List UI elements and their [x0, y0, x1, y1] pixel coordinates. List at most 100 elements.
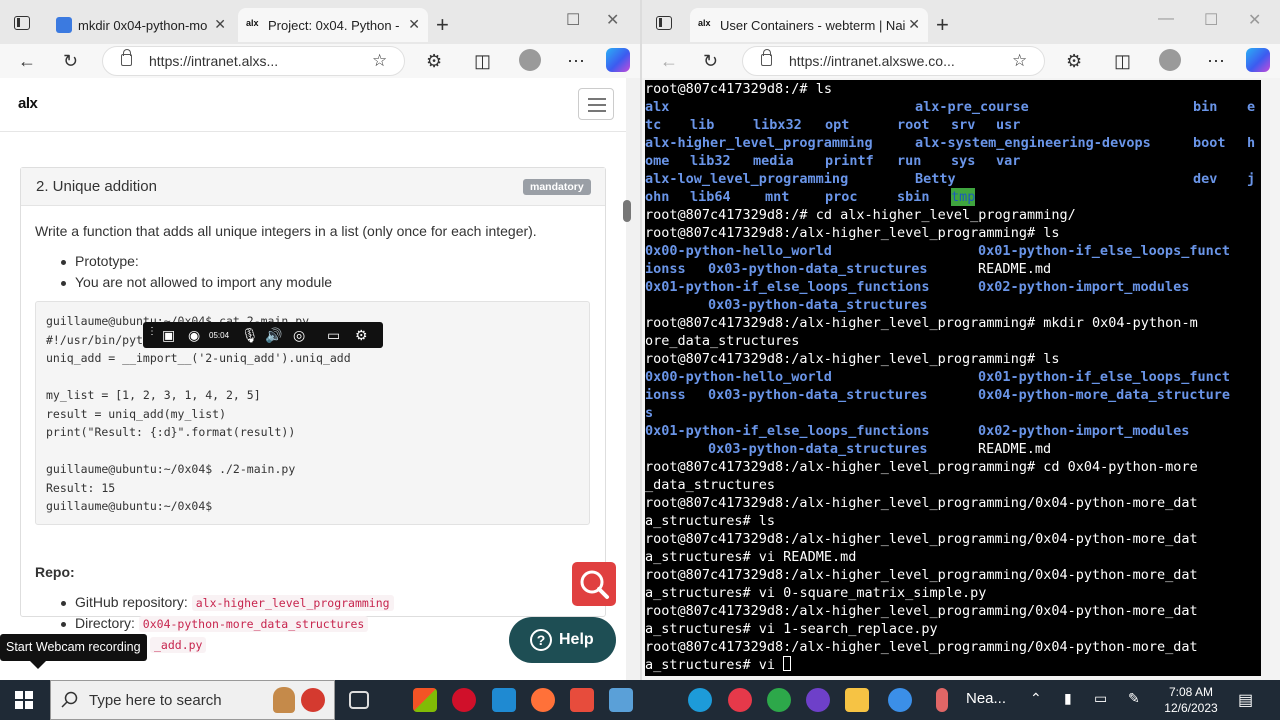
terminal-line: root@807c417329d8:/alx-higher_level_prog… [645, 603, 1198, 619]
close-icon[interactable]: ✕ [408, 16, 420, 33]
code-line: Result: 15 [46, 481, 116, 495]
tab-actions-icon[interactable] [656, 16, 672, 30]
window-icon[interactable]: ▭ [327, 326, 340, 344]
mandatory-badge: mandatory [523, 179, 591, 195]
profile-avatar[interactable] [1159, 49, 1181, 71]
alx-logo[interactable]: alx [18, 95, 38, 112]
terminal-line: root@807c417329d8:/alx-higher_level_prog… [645, 351, 1060, 367]
terminal-line: a_structures# ls [645, 513, 776, 529]
profile-avatar[interactable] [519, 49, 541, 71]
close-icon[interactable]: ✕ [214, 16, 226, 33]
grip-icon[interactable]: ⋮ [147, 323, 157, 341]
thermometer-icon[interactable] [936, 688, 948, 712]
file-explorer-icon[interactable] [845, 688, 869, 712]
firefox-icon[interactable] [531, 688, 555, 712]
copilot-icon[interactable] [606, 48, 630, 72]
repo-file-line: _add.py [135, 636, 207, 653]
terminal-line: root@807c417329d8:/alx-higher_level_prog… [645, 315, 1198, 331]
more-menu-icon[interactable]: ⋯ [567, 50, 585, 72]
favorite-star-icon[interactable]: ☆ [1012, 50, 1027, 72]
search-fab-button[interactable] [572, 562, 616, 606]
tab-actions-icon[interactable] [14, 16, 30, 30]
opera-icon[interactable] [452, 688, 476, 712]
terminal-line: _data_structures [645, 477, 776, 493]
tab-project[interactable]: alx Project: 0x04. Python - ✕ [238, 8, 428, 42]
help-button[interactable]: ? Help [509, 617, 616, 663]
new-tab-icon[interactable]: + [936, 12, 949, 38]
screen-recorder-toolbar: ⋮ ▣ ◉ 05:04 🎙 🔊 ◎ ▭ ⚙ [143, 322, 383, 348]
extensions-icon[interactable]: ⚙ [1066, 50, 1082, 72]
left-browser-window: mkdir 0x04-python-mo ✕ alx Project: 0x04… [0, 0, 640, 680]
code-line: result = uniq_add(my_list) [46, 407, 227, 421]
terminal-line: root@807c417329d8:/alx-higher_level_prog… [645, 639, 1198, 655]
close-icon[interactable]: ✕ [908, 16, 920, 33]
record-icon[interactable]: ◉ [188, 326, 200, 344]
site-header: alx [0, 78, 626, 132]
battery-icon[interactable]: ▭ [1094, 690, 1107, 707]
web-terminal[interactable]: root@807c417329d8:/# ls alx alx-pre_cours… [645, 80, 1261, 676]
terminal-line: a_structures# vi 1-search_replace.py [645, 621, 938, 637]
back-icon[interactable]: ← [660, 50, 678, 72]
webcam-tooltip: Start Webcam recording [0, 634, 147, 661]
tab-webterm[interactable]: alx User Containers - webterm | Nai ✕ [690, 8, 928, 42]
page-scrollbar-thumb[interactable] [623, 200, 631, 222]
tab-label: Project: 0x04. Python - [268, 17, 400, 33]
back-icon[interactable]: ← [18, 50, 36, 72]
terminal-scrollbar[interactable] [1261, 80, 1280, 680]
address-bar[interactable]: https://intranet.alxswe.co... [742, 46, 1045, 76]
repo-file-value: _add.py [150, 637, 207, 653]
recorder-app-icon[interactable] [570, 688, 594, 712]
virtualbox-icon[interactable] [609, 688, 633, 712]
chevron-up-icon[interactable]: ⌃ [1030, 690, 1042, 707]
favorite-star-icon[interactable]: ☆ [372, 50, 387, 72]
terminal-line: a_structures# vi [645, 656, 792, 674]
close-window-icon[interactable]: ✕ [1248, 10, 1261, 30]
camera-icon[interactable]: ▣ [162, 326, 175, 344]
chrome-icon[interactable] [767, 688, 791, 712]
maximize-icon[interactable]: ☐ [566, 10, 580, 30]
microphone-icon[interactable]: 🎙 [241, 326, 259, 344]
refresh-icon[interactable]: ↻ [703, 50, 718, 72]
tab-label: mkdir 0x04-python-mo [78, 17, 208, 33]
page-scrollbar[interactable] [626, 78, 640, 680]
taskbar-search-box[interactable]: Type here to search [50, 680, 335, 720]
settings-gear-icon[interactable]: ⚙ [355, 326, 368, 344]
vscode-icon[interactable] [492, 688, 516, 712]
address-bar[interactable]: https://intranet.alxs... [102, 46, 405, 76]
copilot-icon[interactable] [1246, 48, 1270, 72]
lock-icon [121, 49, 132, 66]
tab-mkdir[interactable]: mkdir 0x04-python-mo ✕ [48, 8, 234, 42]
weather-text[interactable]: Nea... [966, 690, 1006, 707]
more-menu-icon[interactable]: ⋯ [1207, 50, 1225, 72]
usb-icon[interactable]: ▮ [1064, 690, 1072, 707]
ornament-icon [301, 688, 325, 712]
office-app-icon[interactable] [413, 688, 437, 712]
maximize-icon[interactable]: ☐ [1204, 10, 1218, 30]
windows-start-icon[interactable] [15, 691, 33, 709]
help-app-icon[interactable] [888, 688, 912, 712]
left-toolbar: ← ↻ https://intranet.alxs... ☆ ⚙ ◫ ⋯ [0, 44, 640, 78]
record-app-icon[interactable] [728, 688, 752, 712]
task-title: 2. Unique addition [36, 178, 157, 195]
repo-github-line: GitHub repository: alx-higher_level_prog… [61, 594, 394, 611]
speaker-icon[interactable]: 🔊 [265, 326, 282, 344]
split-screen-icon[interactable]: ◫ [474, 50, 491, 72]
pen-icon[interactable]: ✎ [1128, 690, 1140, 707]
split-screen-icon[interactable]: ◫ [1114, 50, 1131, 72]
hamburger-menu-icon[interactable] [578, 88, 614, 120]
edge-icon[interactable] [688, 688, 712, 712]
search-icon [61, 691, 78, 708]
record-timer: 05:04 [209, 331, 230, 340]
repo-github-value: alx-higher_level_programming [191, 595, 394, 611]
close-window-icon[interactable]: ✕ [606, 10, 619, 30]
right-toolbar: ← ↻ https://intranet.alxswe.co... ☆ ⚙ ◫ … [642, 44, 1280, 78]
task-view-icon[interactable] [349, 691, 369, 709]
taskbar-clock[interactable]: 7:08 AM 12/6/2023 [1160, 684, 1222, 716]
webcam-icon[interactable]: ◎ [293, 326, 305, 344]
new-tab-icon[interactable]: + [436, 12, 449, 38]
refresh-icon[interactable]: ↻ [63, 50, 78, 72]
extensions-icon[interactable]: ⚙ [426, 50, 442, 72]
github-icon[interactable] [806, 688, 830, 712]
notification-icon[interactable]: ▤ [1238, 690, 1253, 710]
minimize-icon[interactable]: — [1158, 10, 1174, 28]
